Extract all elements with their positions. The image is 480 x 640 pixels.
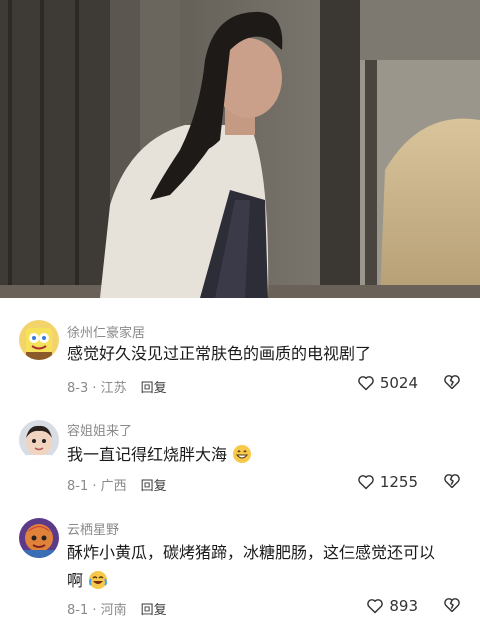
broken-heart-icon	[444, 474, 460, 489]
comment-username[interactable]: 云栖星野	[67, 519, 119, 538]
comment-text: 酥炸小黄瓜，碳烤猪蹄，冰糖肥肠，这仨感觉还可以 啊	[67, 539, 467, 595]
comment-location: 广西	[100, 479, 127, 494]
comment-meta: 8-1 · 河南 回复	[67, 603, 167, 618]
comment-item: 容姐姐来了 我一直记得红烧胖大海 8-1 · 广西 回复 1255	[0, 410, 480, 510]
like-count: 1255	[379, 473, 418, 491]
video-frame[interactable]	[0, 0, 480, 298]
video-scene-image	[0, 0, 480, 298]
comment-location: 河南	[100, 603, 127, 618]
reply-button[interactable]: 回复	[141, 381, 167, 396]
heart-outline-icon	[358, 475, 374, 490]
crying-laughing-emoji	[89, 571, 108, 589]
grinning-face-emoji	[233, 445, 252, 463]
like-count: 5024	[379, 374, 418, 392]
heart-outline-icon	[358, 376, 374, 391]
reply-button[interactable]: 回复	[141, 603, 167, 618]
comment-location: 江苏	[100, 381, 127, 396]
comment-username[interactable]: 容姐姐来了	[67, 420, 132, 439]
comment-meta: 8-3 · 江苏 回复	[67, 381, 167, 396]
heart-outline-icon	[367, 599, 384, 614]
comment-item: 徐州仁豪家居 感觉好久没见过正常肤色的画质的电视剧了 8-3 · 江苏 回复 50…	[0, 310, 480, 410]
like-count: 893	[389, 597, 418, 615]
dislike-button[interactable]	[443, 597, 461, 617]
sponge-cartoon-avatar[interactable]	[19, 320, 59, 360]
comment-text: 感觉好久没见过正常肤色的画质的电视剧了	[67, 344, 372, 363]
comment-text-content: 我一直记得红烧胖大海	[67, 445, 228, 464]
broken-heart-icon	[444, 598, 460, 613]
comment-date: 8-1	[67, 479, 89, 494]
comment-text-line-2-content: 啊	[67, 571, 84, 590]
comment-date: 8-3	[67, 381, 89, 396]
like-button[interactable]: 893	[366, 597, 418, 615]
child-photo-avatar[interactable]	[19, 420, 59, 460]
comment-text: 我一直记得红烧胖大海	[67, 441, 467, 469]
comment-meta: 8-1 · 广西 回复	[67, 479, 167, 494]
comment-text-line: 酥炸小黄瓜，碳烤猪蹄，冰糖肥肠，这仨感觉还可以	[67, 543, 436, 562]
reply-button[interactable]: 回复	[141, 479, 167, 494]
broken-heart-icon	[444, 375, 460, 390]
illustrated-avatar[interactable]	[19, 518, 59, 558]
dislike-button[interactable]	[443, 374, 461, 394]
like-button[interactable]: 5024	[357, 374, 418, 392]
comment-date: 8-1	[67, 603, 89, 618]
like-button[interactable]: 1255	[357, 473, 418, 491]
comment-username[interactable]: 徐州仁豪家居	[67, 322, 145, 341]
comment-item: 云栖星野 酥炸小黄瓜，碳烤猪蹄，冰糖肥肠，这仨感觉还可以 啊 8-1 · 河南回…	[0, 510, 480, 640]
dislike-button[interactable]	[443, 473, 461, 493]
comment-text-line-2: 啊	[67, 567, 467, 595]
